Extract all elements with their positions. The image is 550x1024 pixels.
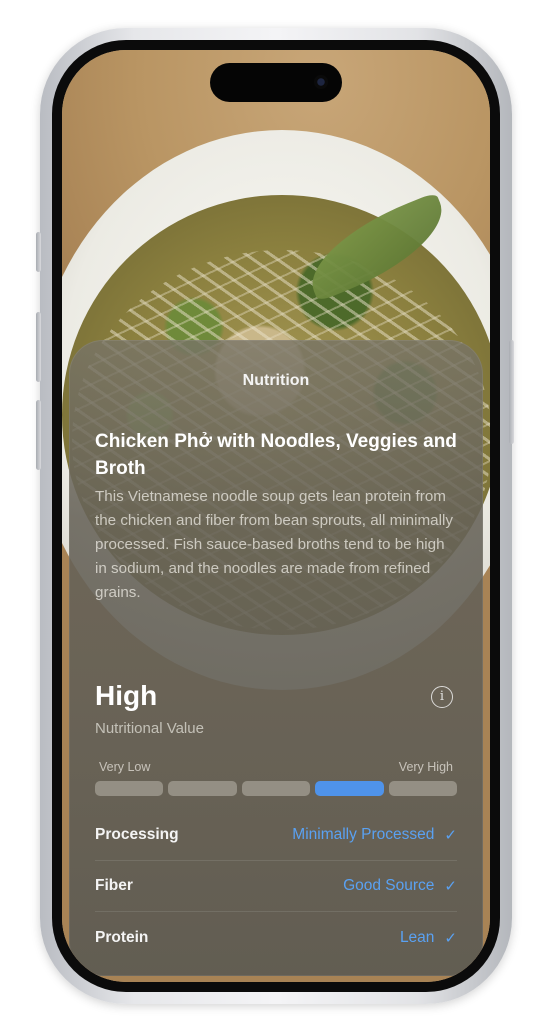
list-item[interactable]: Processing Minimally Processed ✓ bbox=[95, 810, 457, 861]
power-button bbox=[509, 340, 514, 444]
phone-screen: Nutrition Chicken Phở with Noodles, Vegg… bbox=[62, 50, 490, 982]
row-label: Protein bbox=[95, 928, 149, 946]
volume-down-button bbox=[36, 400, 41, 470]
scale-segment-active bbox=[315, 781, 384, 796]
row-label: Fiber bbox=[95, 877, 133, 894]
checkmark-icon: ✓ bbox=[444, 877, 457, 895]
list-item[interactable]: Fiber Good Source ✓ bbox=[95, 861, 457, 912]
scale-segment bbox=[388, 781, 458, 796]
row-value: Minimally Processed ✓ bbox=[292, 826, 457, 844]
row-value-text: Minimally Processed bbox=[292, 826, 435, 843]
row-value-text: Good Source bbox=[343, 877, 435, 894]
nutrition-card: Nutrition Chicken Phở with Noodles, Vegg… bbox=[69, 340, 483, 976]
list-item[interactable]: Protein Lean ✓ bbox=[95, 912, 457, 963]
checkmark-icon: ✓ bbox=[444, 928, 457, 947]
nutrition-scale-bar bbox=[95, 781, 458, 796]
info-icon[interactable]: i bbox=[431, 686, 453, 708]
camera-icon bbox=[314, 75, 328, 89]
action-button bbox=[36, 232, 41, 272]
nutrition-details-list: Processing Minimally Processed ✓ Fiber G… bbox=[95, 810, 457, 963]
scale-high-label: Very High bbox=[398, 760, 453, 774]
scale-low-label: Very Low bbox=[99, 760, 151, 774]
dish-description: This Vietnamese noodle soup gets lean pr… bbox=[95, 488, 453, 601]
checkmark-icon: ✓ bbox=[444, 826, 457, 844]
nutritional-value-label: Nutritional Value bbox=[95, 720, 204, 737]
row-value: Good Source ✓ bbox=[343, 877, 457, 895]
dynamic-island bbox=[210, 63, 342, 102]
row-value: Lean ✓ bbox=[400, 929, 457, 947]
dish-title: Chicken Phở with Noodles, Veggies and Br… bbox=[95, 431, 457, 479]
card-header: Nutrition bbox=[242, 372, 310, 389]
scale-segment bbox=[95, 781, 164, 796]
nutritional-value-rating: High bbox=[95, 680, 158, 711]
row-value-text: Lean bbox=[399, 928, 435, 946]
volume-up-button bbox=[36, 312, 41, 382]
row-label: Processing bbox=[95, 826, 179, 843]
scale-segment bbox=[168, 781, 237, 796]
scale-segment bbox=[241, 781, 311, 796]
